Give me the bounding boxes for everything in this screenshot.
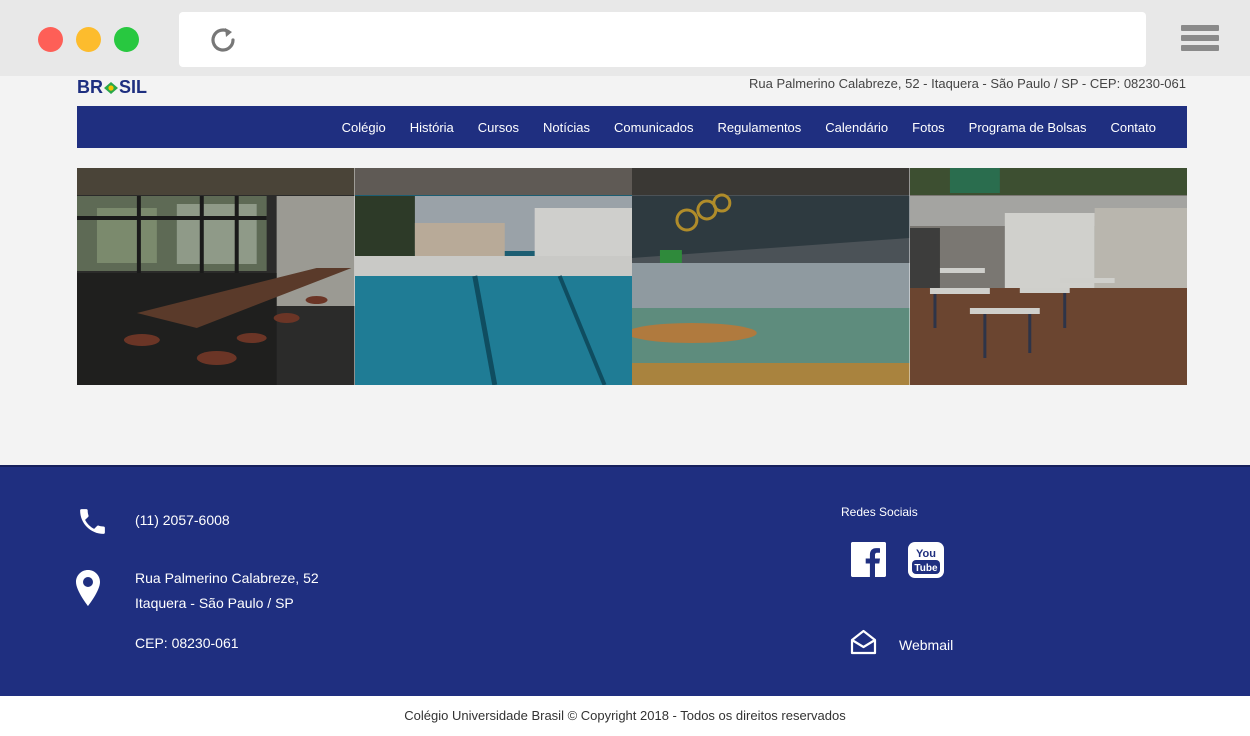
- nav-item-contato[interactable]: Contato: [1110, 120, 1156, 135]
- close-window-button[interactable]: [38, 27, 63, 52]
- nav-item-historia[interactable]: História: [410, 120, 454, 135]
- social-title: Redes Sociais: [841, 505, 918, 519]
- webmail-link[interactable]: Webmail: [899, 637, 953, 653]
- copyright-bar: Colégio Universidade Brasil © Copyright …: [0, 696, 1250, 736]
- nav-item-comunicados[interactable]: Comunicados: [614, 120, 694, 135]
- nav-item-programa-de-bolsas[interactable]: Programa de Bolsas: [969, 120, 1087, 135]
- youtube-tube-text: Tube: [914, 563, 938, 574]
- footer-phone[interactable]: (11) 2057-6008: [135, 512, 230, 528]
- reload-icon[interactable]: [207, 24, 239, 56]
- address-bar[interactable]: [179, 12, 1146, 67]
- site-footer: (11) 2057-6008 Rua Palmerino Calabreze, …: [0, 465, 1250, 696]
- nav-item-regulamentos[interactable]: Regulamentos: [717, 120, 801, 135]
- footer-address-line2: Itaquera - São Paulo / SP: [135, 595, 294, 611]
- youtube-you-text: You: [916, 548, 936, 560]
- nav-item-fotos[interactable]: Fotos: [912, 120, 945, 135]
- main-navigation: Colégio História Cursos Notícias Comunic…: [77, 106, 1187, 148]
- nav-item-colegio[interactable]: Colégio: [342, 120, 386, 135]
- youtube-icon[interactable]: You Tube: [908, 542, 944, 578]
- footer-cep: CEP: 08230-061: [135, 635, 239, 651]
- location-pin-icon: [76, 570, 100, 606]
- menu-icon[interactable]: [1181, 25, 1219, 55]
- nav-item-calendario[interactable]: Calendário: [825, 120, 888, 135]
- cafeteria-photo[interactable]: [77, 168, 355, 385]
- nav-item-cursos[interactable]: Cursos: [478, 120, 519, 135]
- nav-item-noticias[interactable]: Notícias: [543, 120, 590, 135]
- classroom-photo[interactable]: [909, 168, 1187, 385]
- minimize-window-button[interactable]: [76, 27, 101, 52]
- footer-address-line1: Rua Palmerino Calabreze, 52: [135, 570, 319, 586]
- site-logo[interactable]: BR SIL: [77, 77, 147, 98]
- photo-gallery: [77, 168, 1187, 385]
- pool-photo[interactable]: [354, 168, 632, 385]
- facebook-icon[interactable]: [851, 542, 886, 577]
- phone-icon: [80, 509, 105, 534]
- logo-diamond-icon: [104, 78, 118, 94]
- browser-chrome: [0, 0, 1250, 76]
- envelope-open-icon[interactable]: [850, 629, 877, 656]
- header-address: Rua Palmerino Calabreze, 52 - Itaquera -…: [749, 76, 1186, 91]
- gym-photo[interactable]: [632, 168, 910, 385]
- maximize-window-button[interactable]: [114, 27, 139, 52]
